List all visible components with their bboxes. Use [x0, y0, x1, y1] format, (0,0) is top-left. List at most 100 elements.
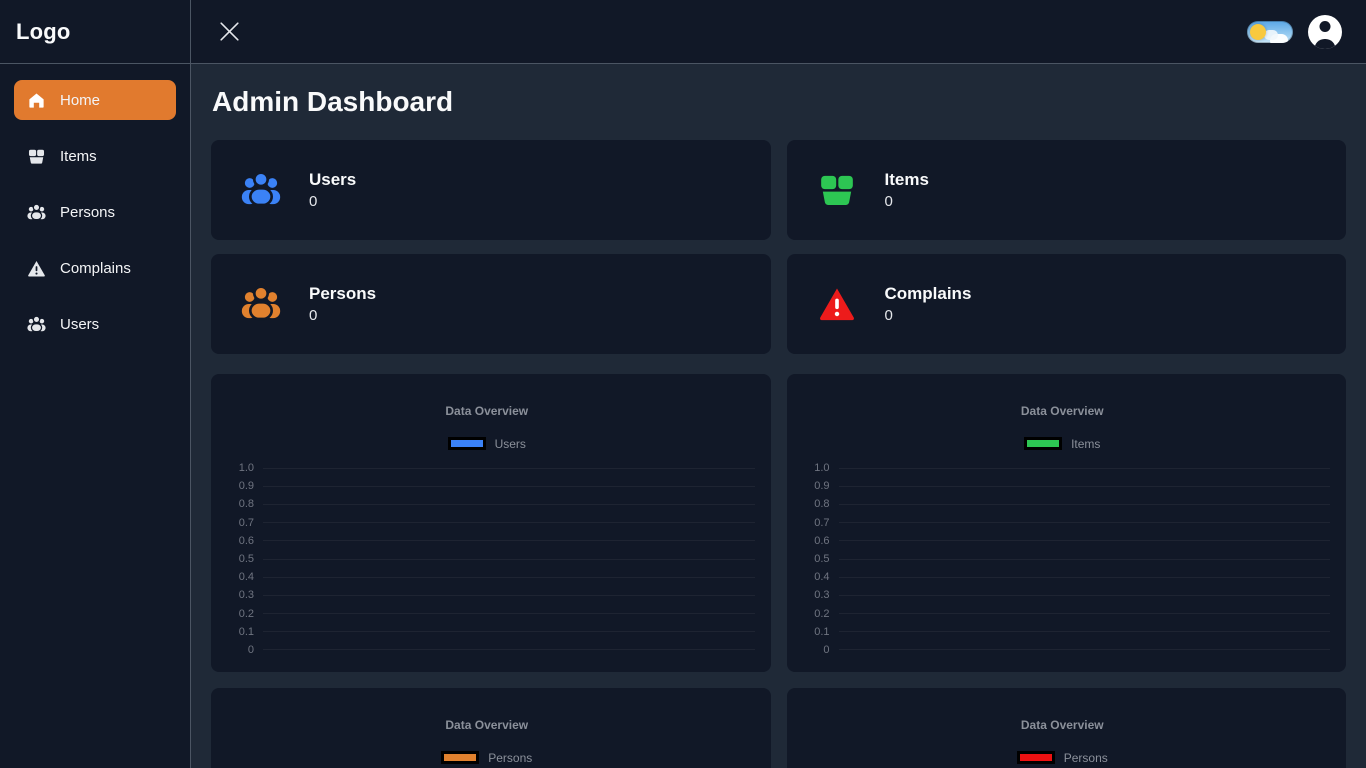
legend-label: Users — [495, 437, 526, 451]
sidebar-item-home[interactable]: Home — [14, 80, 176, 120]
sidebar-item-label: Complains — [60, 260, 131, 277]
grid-row: 0.9 — [795, 477, 1331, 495]
sidebar-item-items[interactable]: Items — [14, 136, 176, 176]
theme-toggle[interactable] — [1247, 21, 1293, 43]
grid-row: 0.8 — [795, 495, 1331, 513]
grid-line — [263, 595, 755, 596]
grid-line — [839, 613, 1331, 614]
chart-plot: 1.00.90.80.70.60.50.40.30.20.10 — [795, 459, 1331, 659]
grid-row: 0 — [795, 641, 1331, 659]
sun-knob-icon — [1250, 24, 1266, 40]
grid-row: 0 — [219, 641, 755, 659]
sidebar-item-label: Persons — [60, 204, 115, 221]
y-tick-label: 0.9 — [219, 480, 263, 492]
grid-row: 0.4 — [219, 568, 755, 586]
stat-value: 0 — [309, 193, 356, 210]
legend-label: Items — [1071, 437, 1100, 451]
sidebar-item-label: Users — [60, 316, 99, 333]
people-group-icon — [239, 284, 283, 324]
y-tick-label: 1.0 — [219, 462, 263, 474]
app-logo: Logo — [16, 19, 71, 45]
y-tick-label: 0.5 — [219, 553, 263, 565]
chart-card-items: Data Overview Items 1.00.90.80.70.60.50.… — [787, 374, 1347, 672]
user-avatar-icon[interactable] — [1308, 15, 1342, 49]
y-tick-label: 0.9 — [795, 480, 839, 492]
chart-legend[interactable]: Persons — [219, 749, 755, 766]
grid-row: 0.8 — [219, 495, 755, 513]
grid-line — [839, 468, 1331, 469]
grid-row: 1.0 — [219, 459, 755, 477]
sidebar-item-persons[interactable]: Persons — [14, 192, 176, 232]
grid-line — [839, 649, 1331, 650]
grid-row: 0.1 — [219, 623, 755, 641]
chart-card-persons-red: Data Overview Persons 1.00.90.80.70.60.5… — [787, 688, 1347, 768]
grid-line — [839, 631, 1331, 632]
people-group-icon — [239, 170, 283, 210]
y-tick-label: 0.3 — [795, 589, 839, 601]
grid-line — [263, 577, 755, 578]
stat-card-users: Users 0 — [211, 140, 771, 240]
chart-card-persons: Data Overview Persons 1.00.90.80.70.60.5… — [211, 688, 771, 768]
chart-card-users: Data Overview Users 1.0 0.9 0.8 0.7 0.6 0.5 0.… — [211, 374, 771, 672]
y-tick-label: 0.6 — [219, 535, 263, 547]
grid-row: 0.6 — [219, 532, 755, 550]
home-icon — [27, 91, 46, 110]
legend-swatch — [448, 437, 486, 450]
grid-line — [839, 522, 1331, 523]
grid-row: 0.3 — [795, 586, 1331, 604]
charts-grid: Data Overview Users 1.0 0.9 0.8 0.7 0.6 0.5 0.… — [211, 374, 1346, 768]
legend-label: Persons — [1064, 751, 1108, 765]
grid-line — [839, 486, 1331, 487]
grid-line — [263, 540, 755, 541]
y-tick-label: 0.1 — [795, 626, 839, 638]
y-tick-label: 0.7 — [219, 517, 263, 529]
grid-line — [263, 486, 755, 487]
grid-row: 0.7 — [795, 514, 1331, 532]
topbar — [191, 0, 1366, 64]
legend-swatch — [441, 751, 479, 764]
people-group-icon — [27, 203, 46, 222]
y-tick-label: 0.8 — [795, 498, 839, 510]
grid-line — [263, 522, 755, 523]
chart-legend[interactable]: Users — [219, 435, 755, 452]
stat-card-persons: Persons 0 — [211, 254, 771, 354]
chart-title: Data Overview — [219, 718, 755, 732]
grid-row: 0.6 — [795, 532, 1331, 550]
chart-title: Data Overview — [219, 404, 755, 418]
y-tick-label: 0.3 — [219, 589, 263, 601]
grid-line — [263, 504, 755, 505]
grid-row: 0.5 — [219, 550, 755, 568]
grid-row: 0.7 — [219, 514, 755, 532]
y-tick-label: 0.7 — [795, 517, 839, 529]
y-tick-label: 0.2 — [795, 608, 839, 620]
y-tick-label: 0 — [795, 644, 839, 656]
legend-swatch — [1024, 437, 1062, 450]
main-column: Admin Dashboard Users 0 — [191, 0, 1366, 768]
stat-value: 0 — [885, 307, 972, 324]
sidebar-nav: Home Items Persons — [0, 64, 190, 360]
warning-icon — [815, 284, 859, 324]
stat-label: Items — [885, 170, 929, 190]
stat-value: 0 — [885, 193, 929, 210]
grid-row: 0.3 — [219, 586, 755, 604]
sidebar-item-complains[interactable]: Complains — [14, 248, 176, 288]
app-root: Logo Home Items Persons — [0, 0, 1366, 768]
sidebar-item-users[interactable]: Users — [14, 304, 176, 344]
content-area: Admin Dashboard Users 0 — [191, 64, 1366, 768]
grid-line — [263, 631, 755, 632]
y-tick-label: 0.6 — [795, 535, 839, 547]
y-tick-label: 0.8 — [219, 498, 263, 510]
grid-row: 0.4 — [795, 568, 1331, 586]
people-group-icon — [27, 315, 46, 334]
stat-value: 0 — [309, 307, 376, 324]
y-tick-label: 0.1 — [219, 626, 263, 638]
sidebar-header: Logo — [0, 0, 190, 64]
chart-legend[interactable]: Items — [795, 435, 1331, 452]
stat-label: Persons — [309, 284, 376, 304]
grid-line — [839, 540, 1331, 541]
topbar-right — [1247, 15, 1342, 49]
close-icon[interactable] — [215, 18, 243, 46]
chart-plot: 1.00.90.80.70.60.50.40.30.20.10 — [219, 459, 755, 659]
grid-row: 0.1 — [795, 623, 1331, 641]
chart-legend[interactable]: Persons — [795, 749, 1331, 766]
